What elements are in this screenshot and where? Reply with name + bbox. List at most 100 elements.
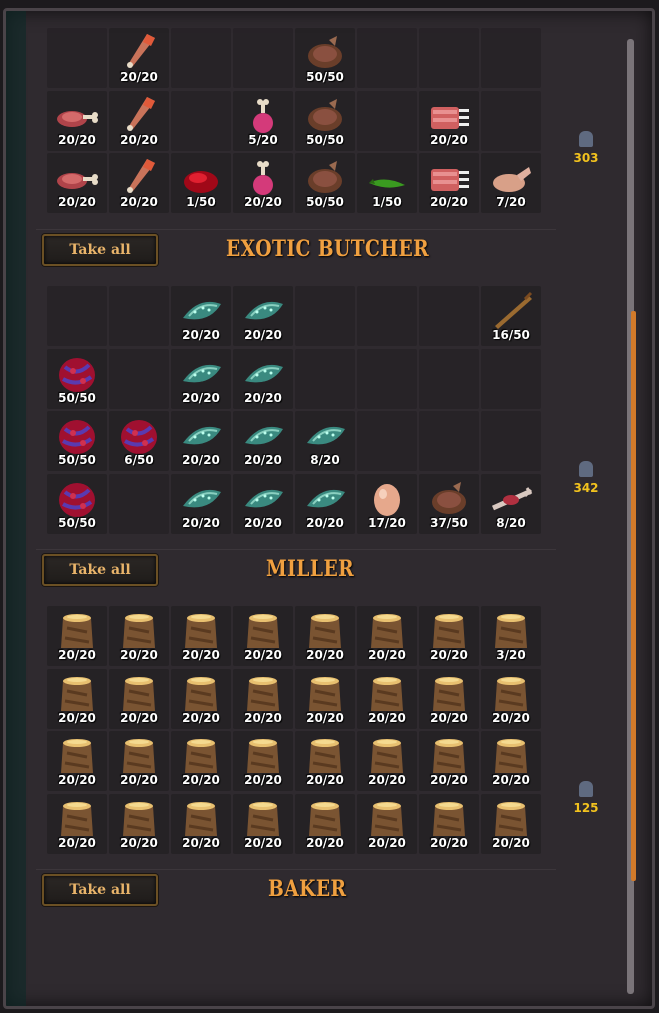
inventory-slot[interactable]: 1/50 — [357, 153, 417, 213]
empty-slot[interactable] — [109, 348, 169, 409]
take-all-button[interactable]: Take all — [42, 554, 158, 586]
inventory-slot[interactable]: 20/20 — [419, 606, 479, 666]
inventory-slot[interactable]: 20/20 — [481, 731, 541, 791]
inventory-slot[interactable]: 20/20 — [47, 153, 107, 213]
empty-slot[interactable] — [419, 348, 479, 409]
inventory-slot[interactable]: 20/20 — [109, 668, 169, 729]
inventory-slot[interactable]: 20/20 — [357, 668, 417, 729]
inventory-slot[interactable]: 20/20 — [295, 473, 355, 534]
inventory-slot[interactable]: 50/50 — [47, 473, 107, 534]
empty-slot[interactable] — [357, 90, 417, 151]
empty-slot[interactable] — [171, 28, 231, 88]
stack-count: 20/20 — [182, 390, 220, 405]
empty-slot[interactable] — [419, 286, 479, 346]
inventory-slot[interactable]: 20/20 — [233, 731, 293, 791]
inventory-slot[interactable]: 50/50 — [295, 153, 355, 213]
empty-slot[interactable] — [357, 348, 417, 409]
inventory-slot[interactable]: 20/20 — [109, 731, 169, 791]
inventory-slot[interactable]: 8/20 — [295, 411, 355, 471]
empty-slot[interactable] — [481, 411, 541, 471]
inventory-slot[interactable]: 20/20 — [109, 793, 169, 854]
neck-icon — [303, 32, 347, 72]
empty-slot[interactable] — [109, 473, 169, 534]
inventory-slot[interactable]: 20/20 — [171, 606, 231, 666]
inventory-slot[interactable]: 1/50 — [171, 153, 231, 213]
inventory-slot[interactable]: 20/20 — [233, 286, 293, 346]
inventory-slot[interactable]: 20/20 — [481, 668, 541, 729]
empty-slot[interactable] — [419, 28, 479, 88]
neck-icon — [303, 157, 347, 197]
inventory-slot[interactable]: 20/20 — [109, 606, 169, 666]
inventory-slot[interactable]: 50/50 — [47, 348, 107, 409]
inventory-slot[interactable]: 20/20 — [295, 731, 355, 791]
drumstick-icon — [117, 95, 161, 135]
scrollbar-thumb[interactable] — [631, 311, 636, 881]
stack-count: 1/50 — [186, 195, 216, 209]
inventory-slot[interactable]: 20/20 — [233, 606, 293, 666]
inventory-slot[interactable]: 50/50 — [295, 28, 355, 88]
inventory-slot[interactable]: 20/20 — [419, 793, 479, 854]
take-all-button[interactable]: Take all — [42, 874, 158, 906]
empty-slot[interactable] — [357, 286, 417, 346]
inventory-slot[interactable]: 20/20 — [171, 668, 231, 729]
inventory-slot[interactable]: 20/20 — [47, 793, 107, 854]
empty-slot[interactable] — [171, 90, 231, 151]
inventory-slot[interactable]: 7/20 — [481, 153, 541, 213]
sack-icon — [427, 735, 471, 775]
inventory-slot[interactable]: 20/20 — [233, 793, 293, 854]
inventory-slot[interactable]: 20/20 — [233, 348, 293, 409]
inventory-slot[interactable]: 16/50 — [481, 286, 541, 346]
inventory-slot[interactable]: 20/20 — [171, 286, 231, 346]
inventory-slot[interactable]: 20/20 — [357, 606, 417, 666]
empty-slot[interactable] — [357, 411, 417, 471]
empty-slot[interactable] — [47, 28, 107, 88]
empty-slot[interactable] — [295, 348, 355, 409]
inventory-slot[interactable]: 8/20 — [481, 473, 541, 534]
empty-slot[interactable] — [481, 28, 541, 88]
inventory-slot[interactable]: 20/20 — [47, 606, 107, 666]
inventory-slot[interactable]: 6/50 — [109, 411, 169, 471]
inventory-slot[interactable]: 5/20 — [233, 90, 293, 151]
inventory-slot[interactable]: 20/20 — [295, 606, 355, 666]
inventory-slot[interactable]: 20/20 — [233, 411, 293, 471]
inventory-slot[interactable]: 20/20 — [295, 793, 355, 854]
inventory-slot[interactable]: 20/20 — [171, 731, 231, 791]
empty-slot[interactable] — [233, 28, 293, 88]
inventory-slot[interactable]: 20/20 — [233, 668, 293, 729]
inventory-slot[interactable]: 20/20 — [47, 668, 107, 729]
inventory-slot[interactable]: 20/20 — [47, 731, 107, 791]
inventory-slot[interactable]: 20/20 — [109, 153, 169, 213]
stack-count: 20/20 — [182, 328, 220, 342]
take-all-button[interactable]: Take all — [42, 234, 158, 266]
inventory-slot[interactable]: 20/20 — [233, 473, 293, 534]
inventory-slot[interactable]: 20/20 — [481, 793, 541, 854]
empty-slot[interactable] — [481, 90, 541, 151]
inventory-slot[interactable]: 20/20 — [419, 153, 479, 213]
inventory-slot[interactable]: 50/50 — [47, 411, 107, 471]
empty-slot[interactable] — [47, 286, 107, 346]
empty-slot[interactable] — [419, 411, 479, 471]
inventory-slot[interactable]: 20/20 — [171, 348, 231, 409]
inventory-slot[interactable]: 20/20 — [109, 28, 169, 88]
inventory-slot[interactable]: 20/20 — [419, 90, 479, 151]
inventory-slot[interactable]: 37/50 — [419, 473, 479, 534]
inventory-slot[interactable]: 20/20 — [419, 731, 479, 791]
empty-slot[interactable] — [357, 28, 417, 88]
inventory-slot[interactable]: 20/20 — [295, 668, 355, 729]
inventory-slot[interactable]: 20/20 — [171, 473, 231, 534]
inventory-slot[interactable]: 17/20 — [357, 473, 417, 534]
inventory-slot[interactable]: 50/50 — [295, 90, 355, 151]
inventory-slot[interactable]: 20/20 — [419, 668, 479, 729]
empty-slot[interactable] — [481, 348, 541, 409]
stack-count: 20/20 — [120, 132, 158, 147]
inventory-slot[interactable]: 20/20 — [357, 793, 417, 854]
inventory-slot[interactable]: 20/20 — [109, 90, 169, 151]
inventory-slot[interactable]: 20/20 — [47, 90, 107, 151]
empty-slot[interactable] — [109, 286, 169, 346]
inventory-slot[interactable]: 3/20 — [481, 606, 541, 666]
inventory-slot[interactable]: 20/20 — [233, 153, 293, 213]
inventory-slot[interactable]: 20/20 — [171, 411, 231, 471]
inventory-slot[interactable]: 20/20 — [171, 793, 231, 854]
empty-slot[interactable] — [295, 286, 355, 346]
inventory-slot[interactable]: 20/20 — [357, 731, 417, 791]
